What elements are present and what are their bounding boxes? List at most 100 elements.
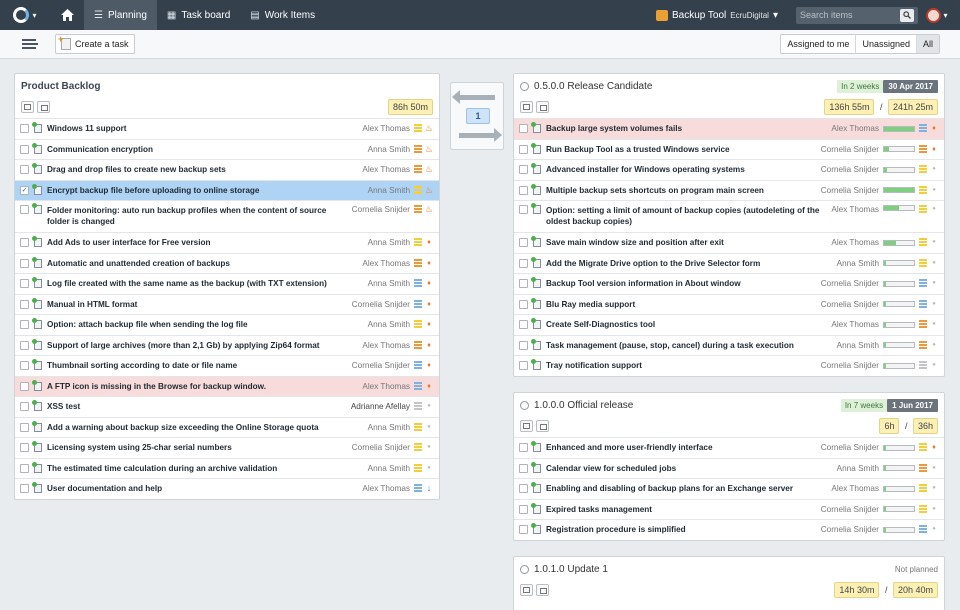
item-title[interactable]: Automatic and unattended creation of bac… — [47, 258, 358, 269]
table-row[interactable]: Task management (pause, stop, cancel) du… — [514, 334, 944, 356]
row-checkbox[interactable] — [20, 361, 29, 371]
table-row[interactable]: The estimated time calculation during an… — [15, 457, 439, 479]
row-checkbox[interactable] — [20, 124, 29, 134]
table-row[interactable]: Communication encryption Anna Smith ♨ — [15, 138, 439, 160]
item-title[interactable]: Log file created with the same name as t… — [47, 278, 364, 289]
row-checkbox[interactable] — [519, 165, 528, 175]
item-title[interactable]: Communication encryption — [47, 144, 364, 155]
row-checkbox[interactable] — [20, 205, 29, 214]
item-title[interactable]: Backup large system volumes fails — [546, 123, 827, 134]
table-row[interactable]: ✓ Encrypt backup file before uploading to… — [15, 179, 439, 200]
row-checkbox[interactable] — [20, 320, 29, 330]
item-title[interactable]: Windows 11 support — [47, 123, 358, 134]
item-title[interactable]: Run Backup Tool as a trusted Windows ser… — [546, 144, 817, 155]
item-title[interactable]: Registration procedure is simplified — [546, 524, 817, 535]
nav-taskboard[interactable]: ▦ Task board — [157, 0, 240, 30]
item-title[interactable]: Add the Migrate Drive option to the Driv… — [546, 258, 833, 269]
filter-all[interactable]: All — [916, 35, 939, 53]
item-title[interactable]: Manual in HTML format — [47, 299, 348, 310]
expand-all-icon[interactable] — [21, 101, 34, 113]
row-checkbox[interactable] — [519, 238, 528, 248]
table-row[interactable]: Thumbnail sorting according to date or f… — [15, 355, 439, 376]
release-radio[interactable] — [520, 564, 529, 574]
table-row[interactable]: Save main window size and position after… — [514, 232, 944, 253]
table-row[interactable]: Registration procedure is simplified Corn… — [514, 519, 944, 540]
row-checkbox[interactable] — [20, 402, 29, 412]
table-row[interactable]: Run Backup Tool as a trusted Windows ser… — [514, 138, 944, 160]
item-title[interactable]: Enabling and disabling of backup plans f… — [546, 483, 827, 494]
release-radio[interactable] — [520, 81, 529, 91]
sidebar-toggle-button[interactable] — [22, 39, 42, 49]
row-checkbox[interactable]: ✓ — [20, 185, 29, 195]
row-checkbox[interactable] — [20, 144, 29, 154]
table-row[interactable]: Option: setting a limit of amount of bac… — [514, 200, 944, 232]
item-title[interactable]: Licensing system using 25-char serial nu… — [47, 442, 348, 453]
table-row[interactable]: XSS test Adrianne Afellay ● — [15, 396, 439, 417]
row-checkbox[interactable] — [519, 340, 528, 350]
collapse-all-icon[interactable] — [37, 101, 50, 113]
row-checkbox[interactable] — [519, 443, 528, 453]
create-task-button[interactable]: Create a task — [55, 34, 135, 54]
expand-all-icon[interactable] — [520, 420, 533, 432]
row-checkbox[interactable] — [20, 443, 29, 453]
project-selector[interactable]: Backup Tool EcruDigital ▾ — [655, 9, 778, 21]
row-checkbox[interactable] — [519, 504, 528, 514]
user-menu[interactable]: ▾ — [924, 0, 950, 30]
table-row[interactable]: Enabling and disabling of backup plans f… — [514, 478, 944, 499]
item-title[interactable]: Option: setting a limit of amount of bac… — [546, 205, 827, 227]
item-title[interactable]: User documentation and help — [47, 483, 358, 494]
item-title[interactable]: Enhanced and more user-friendly interfac… — [546, 442, 817, 453]
table-row[interactable]: Calendar view for scheduled jobs Anna Smi… — [514, 457, 944, 479]
item-title[interactable]: Expired tasks management — [546, 504, 817, 515]
nav-planning[interactable]: ☰ Planning — [84, 0, 157, 30]
item-title[interactable]: The estimated time calculation during an… — [47, 463, 364, 474]
table-row[interactable]: Add the Migrate Drive option to the Driv… — [514, 252, 944, 274]
release-radio[interactable] — [520, 400, 529, 410]
filter-unassigned[interactable]: Unassigned — [856, 35, 917, 53]
table-row[interactable]: User documentation and help Alex Thomas ↓ — [15, 478, 439, 499]
row-checkbox[interactable] — [519, 463, 528, 473]
table-row[interactable]: Enhanced and more user-friendly interfac… — [514, 437, 944, 458]
table-row[interactable]: Add Ads to user interface for Free versi… — [15, 232, 439, 253]
search-button[interactable] — [900, 8, 914, 22]
table-row[interactable]: Drag and drop files to create new backup… — [15, 159, 439, 180]
expand-all-icon[interactable] — [520, 584, 533, 596]
item-title[interactable]: Support of large archives (more than 2,1… — [47, 340, 358, 351]
row-checkbox[interactable] — [519, 299, 528, 309]
item-title[interactable]: A FTP icon is missing in the Browse for … — [47, 381, 358, 392]
row-checkbox[interactable] — [20, 165, 29, 175]
item-title[interactable]: Drag and drop files to create new backup… — [47, 164, 358, 175]
item-title[interactable]: Calendar view for scheduled jobs — [546, 463, 833, 474]
row-checkbox[interactable] — [20, 340, 29, 350]
table-row[interactable]: Log file created with the same name as t… — [15, 273, 439, 294]
row-checkbox[interactable] — [519, 484, 528, 494]
table-row[interactable]: Blu Ray media support Cornelia Snijder ● — [514, 293, 944, 315]
item-title[interactable]: Task management (pause, stop, cancel) du… — [546, 340, 833, 351]
item-title[interactable]: Save main window size and position after… — [546, 237, 827, 248]
item-title[interactable]: Advanced installer for Windows operating… — [546, 164, 817, 175]
collapse-all-icon[interactable] — [536, 584, 549, 596]
collapse-all-icon[interactable] — [536, 420, 549, 432]
item-title[interactable]: Blu Ray media support — [546, 299, 817, 310]
move-right-arrow-icon[interactable] — [459, 128, 502, 142]
row-checkbox[interactable] — [20, 238, 29, 248]
row-checkbox[interactable] — [519, 279, 528, 289]
filter-assigned-to-me[interactable]: Assigned to me — [781, 35, 857, 53]
search-input[interactable] — [800, 10, 900, 20]
app-menu-button[interactable]: ▾ — [0, 0, 50, 30]
table-row[interactable]: A FTP icon is missing in the Browse for … — [15, 375, 439, 396]
item-title[interactable]: Add a warning about backup size exceedin… — [47, 422, 364, 433]
table-row[interactable]: Windows 11 support Alex Thomas ♨ — [15, 118, 439, 139]
item-title[interactable]: XSS test — [47, 401, 347, 412]
row-checkbox[interactable] — [20, 463, 29, 473]
table-row[interactable]: Tray notification support Cornelia Snijde… — [514, 355, 944, 376]
row-checkbox[interactable] — [519, 361, 528, 371]
table-row[interactable]: Backup large system volumes fails Alex Th… — [514, 118, 944, 139]
table-row[interactable]: Folder monitoring: auto run backup profi… — [15, 200, 439, 232]
row-checkbox[interactable] — [519, 258, 528, 268]
row-checkbox[interactable] — [20, 279, 29, 289]
home-button[interactable] — [50, 0, 84, 30]
row-checkbox[interactable] — [20, 484, 29, 494]
table-row[interactable]: Backup Tool version information in About… — [514, 273, 944, 294]
item-title[interactable]: Encrypt backup file before uploading to … — [47, 185, 364, 196]
